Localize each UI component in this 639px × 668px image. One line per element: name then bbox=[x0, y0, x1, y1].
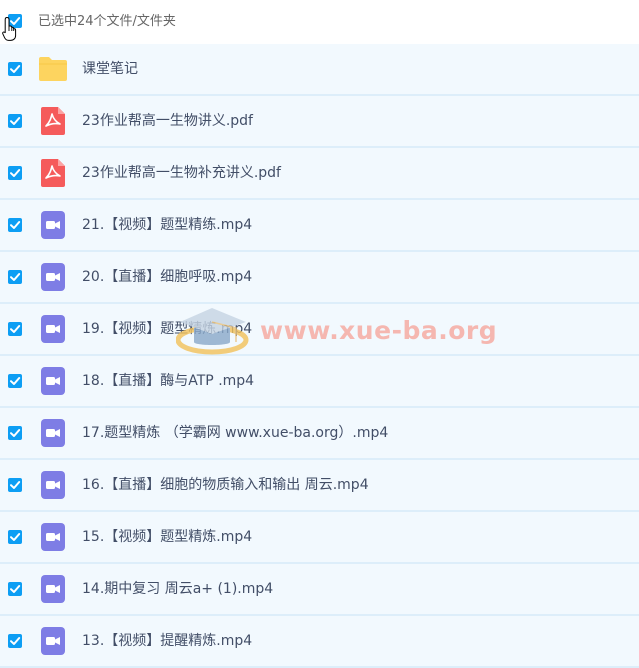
file-row[interactable]: 21.【视频】题型精练.mp4 bbox=[0, 200, 639, 252]
file-row[interactable]: 15.【视频】题型精炼.mp4 bbox=[0, 512, 639, 564]
file-name[interactable]: 14.期中复习 周云a+ (1).mp4 bbox=[82, 581, 273, 598]
row-checkbox[interactable] bbox=[8, 62, 22, 76]
file-name[interactable]: 23作业帮高一生物讲义.pdf bbox=[82, 113, 253, 130]
file-name[interactable]: 21.【视频】题型精练.mp4 bbox=[82, 217, 252, 234]
file-row[interactable]: 课堂笔记 bbox=[0, 44, 639, 96]
file-row[interactable]: 16.【直播】细胞的物质输入和输出 周云.mp4 bbox=[0, 460, 639, 512]
watermark: www.xue-ba.org bbox=[176, 302, 497, 362]
file-name[interactable]: 16.【直播】细胞的物质输入和输出 周云.mp4 bbox=[82, 477, 369, 494]
row-checkbox[interactable] bbox=[8, 426, 22, 440]
video-file-icon bbox=[41, 627, 71, 655]
row-checkbox[interactable] bbox=[8, 582, 22, 596]
file-name[interactable]: 13.【视频】提醒精炼.mp4 bbox=[82, 633, 252, 650]
video-file-icon bbox=[41, 523, 71, 551]
video-file-icon bbox=[41, 575, 71, 603]
video-file-icon bbox=[41, 367, 71, 395]
file-row[interactable]: 20.【直播】细胞呼吸.mp4 bbox=[0, 252, 639, 304]
row-checkbox[interactable] bbox=[8, 322, 22, 336]
video-file-icon bbox=[41, 315, 71, 343]
video-file-icon bbox=[41, 211, 71, 239]
row-checkbox[interactable] bbox=[8, 114, 22, 128]
file-row[interactable]: 18.【直播】酶与ATP .mp4 bbox=[0, 356, 639, 408]
graduation-cap-icon bbox=[176, 308, 249, 355]
hand-cursor-icon bbox=[2, 16, 18, 46]
file-name[interactable]: 20.【直播】细胞呼吸.mp4 bbox=[82, 269, 252, 286]
video-file-icon bbox=[41, 263, 71, 291]
file-name[interactable]: 17.题型精炼 （学霸网 www.xue-ba.org）.mp4 bbox=[82, 425, 388, 442]
file-row[interactable]: 23作业帮高一生物讲义.pdf bbox=[0, 96, 639, 148]
file-name[interactable]: 18.【直播】酶与ATP .mp4 bbox=[82, 373, 254, 390]
file-row[interactable]: 23作业帮高一生物补充讲义.pdf bbox=[0, 148, 639, 200]
row-checkbox[interactable] bbox=[8, 218, 22, 232]
row-checkbox[interactable] bbox=[8, 374, 22, 388]
row-checkbox[interactable] bbox=[8, 166, 22, 180]
file-row[interactable]: 13.【视频】提醒精炼.mp4 bbox=[0, 616, 639, 668]
file-row[interactable]: 17.题型精炼 （学霸网 www.xue-ba.org）.mp4 bbox=[0, 408, 639, 460]
row-checkbox[interactable] bbox=[8, 634, 22, 648]
file-name[interactable]: 23作业帮高一生物补充讲义.pdf bbox=[82, 165, 281, 182]
row-checkbox[interactable] bbox=[8, 478, 22, 492]
selection-header: 已选中24个文件/文件夹 bbox=[0, 0, 639, 44]
row-checkbox[interactable] bbox=[8, 270, 22, 284]
video-file-icon bbox=[41, 471, 71, 499]
pdf-file-icon bbox=[41, 107, 71, 135]
watermark-text: www.xue-ba.org bbox=[260, 316, 498, 345]
folder-icon bbox=[38, 56, 68, 84]
row-checkbox[interactable] bbox=[8, 530, 22, 544]
file-name[interactable]: 15.【视频】题型精炼.mp4 bbox=[82, 529, 252, 546]
video-file-icon bbox=[41, 419, 71, 447]
file-name[interactable]: 课堂笔记 bbox=[82, 61, 138, 78]
pdf-file-icon bbox=[41, 159, 71, 187]
selection-count-label: 已选中24个文件/文件夹 bbox=[38, 14, 176, 29]
file-row[interactable]: 14.期中复习 周云a+ (1).mp4 bbox=[0, 564, 639, 616]
